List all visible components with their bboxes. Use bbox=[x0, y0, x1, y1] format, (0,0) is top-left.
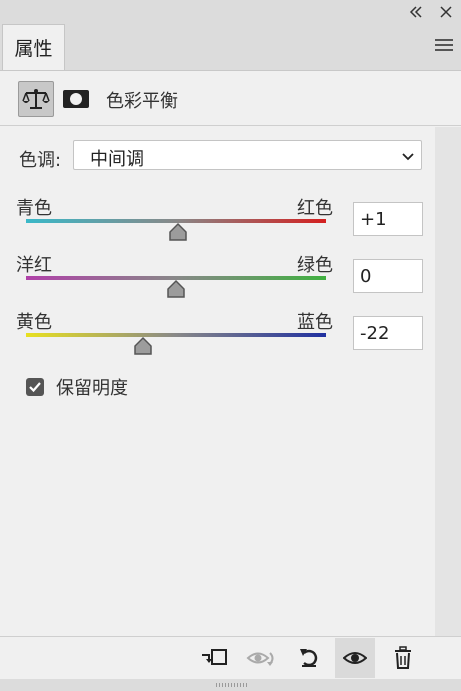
close-icon[interactable] bbox=[436, 2, 456, 22]
reset-icon[interactable] bbox=[289, 638, 329, 678]
tab-properties[interactable]: 属性 bbox=[2, 24, 65, 70]
tone-selected-value: 中间调 bbox=[90, 149, 144, 170]
resize-strip bbox=[0, 679, 461, 691]
slider-cyan-red: 青色 红色 bbox=[0, 194, 435, 250]
clip-to-layer-icon[interactable] bbox=[194, 638, 234, 678]
layer-mask-icon[interactable] bbox=[58, 81, 94, 117]
slider-left-label: 黄色 bbox=[16, 312, 52, 333]
preserve-luminosity-label: 保留明度 bbox=[56, 378, 128, 399]
slider-right-label: 蓝色 bbox=[297, 312, 333, 333]
slider-left-label: 青色 bbox=[16, 198, 52, 219]
adjustment-header: 色彩平衡 bbox=[0, 71, 461, 126]
slider-right-label: 红色 bbox=[297, 198, 333, 219]
double-chevron-left-icon[interactable] bbox=[406, 2, 426, 22]
slider-thumb[interactable] bbox=[165, 279, 187, 299]
slider-thumb[interactable] bbox=[132, 336, 154, 356]
tab-row: 属性 bbox=[0, 24, 461, 71]
visibility-eye-icon[interactable] bbox=[335, 638, 375, 678]
slider-yellow-blue: 黄色 蓝色 bbox=[0, 308, 435, 364]
color-balance-icon[interactable] bbox=[18, 81, 54, 117]
cyan-red-value-field[interactable] bbox=[353, 202, 423, 236]
scrollbar-track[interactable] bbox=[435, 127, 461, 637]
yellow-blue-value-field[interactable] bbox=[353, 316, 423, 350]
panel-top-bar bbox=[0, 0, 461, 24]
slider-right-label: 绿色 bbox=[297, 255, 333, 276]
panel-menu-icon[interactable] bbox=[435, 39, 453, 53]
magenta-green-value-field[interactable] bbox=[353, 259, 423, 293]
slider-magenta-green: 洋红 绿色 bbox=[0, 251, 435, 307]
trash-icon[interactable] bbox=[383, 638, 423, 678]
slider-track[interactable] bbox=[26, 333, 326, 337]
slider-left-label: 洋红 bbox=[16, 255, 52, 276]
chevron-down-icon bbox=[402, 153, 414, 161]
adjustment-title: 色彩平衡 bbox=[106, 91, 178, 112]
color-balance-controls: 色调: 中间调 青色 红色 洋红 绿色 黄色 蓝色 保留明度 bbox=[0, 126, 435, 636]
checkmark-icon[interactable] bbox=[26, 378, 44, 396]
slider-thumb[interactable] bbox=[167, 222, 189, 242]
resize-grip[interactable] bbox=[216, 683, 248, 687]
tone-label: 色调: bbox=[19, 150, 62, 171]
view-previous-state-icon[interactable] bbox=[241, 638, 281, 678]
tone-dropdown[interactable]: 中间调 bbox=[73, 140, 422, 170]
tab-label: 属性 bbox=[14, 38, 53, 60]
panel-footer bbox=[0, 636, 461, 680]
preserve-luminosity-checkbox[interactable]: 保留明度 bbox=[26, 376, 128, 399]
